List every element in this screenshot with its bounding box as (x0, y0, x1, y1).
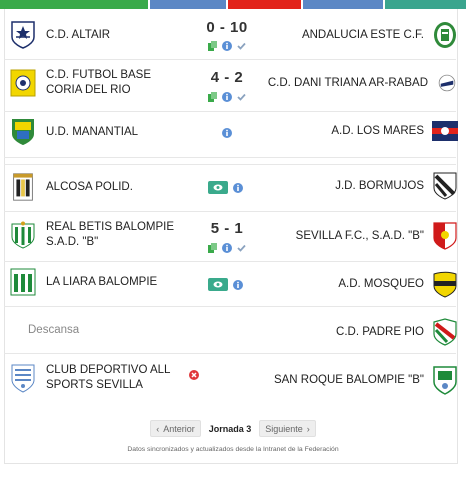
check-icon (237, 93, 246, 101)
away-team-name: A.D. LOS MARES (331, 124, 424, 137)
match-3-status-icons (222, 128, 232, 138)
eye-icon (213, 281, 223, 288)
la-liara-crest-icon (10, 268, 36, 296)
andalucia-este-crest-icon (434, 22, 456, 48)
alcosa-crest-icon (13, 173, 33, 201)
away-team-name: C.D. PADRE PIO (336, 325, 424, 338)
match-2-away[interactable]: C.D. DANI TRIANA AR-RABAD (268, 72, 458, 94)
row-divider (4, 261, 456, 262)
match-1-score[interactable]: 0 - 10 (205, 19, 249, 36)
all-sports-crest-icon (11, 364, 35, 393)
next-button[interactable]: Siguiente › (259, 420, 316, 437)
eye-icon (213, 184, 223, 191)
cancel-icon (189, 370, 199, 380)
home-team-name: C.D. FUTBOL BASE CORIA DEL RIO (46, 69, 152, 96)
check-icon (237, 244, 246, 252)
dani-triana-crest-icon (438, 74, 456, 92)
coria-crest-icon (10, 69, 36, 97)
home-team-name: ALCOSA POLID. (46, 180, 133, 193)
row-divider (4, 211, 456, 212)
match-5-home[interactable]: REAL BETIS BALOMPIE S.A.D. "B" (10, 220, 176, 250)
match-5-status-icons (208, 243, 246, 253)
document-icon[interactable] (208, 243, 217, 253)
bormujos-crest-icon (433, 172, 457, 200)
match-5-score[interactable]: 5 - 1 (205, 220, 249, 237)
match-8-status-icons (189, 370, 199, 380)
watch-live-button[interactable] (208, 278, 228, 291)
match-3-home[interactable]: U.D. MANANTIAL (10, 118, 138, 146)
match-2-home[interactable]: C.D. FUTBOL BASE CORIA DEL RIO (10, 68, 186, 98)
document-icon[interactable] (208, 41, 217, 51)
tab-blue[interactable] (150, 0, 226, 9)
info-icon[interactable] (233, 279, 243, 290)
away-team-name: C.D. DANI TRIANA AR-RABAD (267, 76, 428, 89)
padre-pio-crest-icon (433, 318, 457, 346)
away-team-name: SAN ROQUE BALOMPIE "B" (273, 373, 424, 386)
away-team-name: SEVILLA F.C., S.A.D. "B" (295, 229, 424, 242)
row-divider (4, 306, 456, 307)
info-icon[interactable] (222, 243, 232, 253)
match-6-home[interactable]: LA LIARA BALOMPIE (10, 268, 157, 296)
home-team-name: REAL BETIS BALOMPIE S.A.D. "B" (46, 221, 175, 248)
match-1-away[interactable]: ANDALUCIA ESTE C.F. (302, 21, 458, 49)
away-team-name: A.D. MOSQUEO (338, 277, 424, 290)
away-team-name: J.D. BORMUJOS (335, 179, 424, 192)
prev-label: Anterior (163, 423, 195, 434)
current-round: Jornada 3 (208, 423, 252, 434)
match-1-status-icons (208, 41, 246, 51)
sevilla-crest-icon (433, 222, 457, 250)
home-team-name: C.D. ALTAIR (46, 28, 111, 41)
check-icon (237, 42, 246, 50)
match-4-away[interactable]: J.D. BORMUJOS (335, 172, 458, 200)
prev-button[interactable]: ‹ Anterior (150, 420, 201, 437)
document-icon[interactable] (208, 92, 217, 102)
match-2-score[interactable]: 4 - 2 (205, 69, 249, 86)
match-4-home[interactable]: ALCOSA POLID. (10, 171, 133, 203)
los-mares-crest-icon (432, 121, 458, 141)
home-team-name: LA LIARA BALOMPIE (46, 275, 158, 288)
chevron-left-icon: ‹ (156, 423, 160, 434)
info-icon[interactable] (233, 182, 243, 193)
info-icon[interactable] (222, 41, 232, 51)
chevron-right-icon: › (306, 423, 310, 434)
info-icon[interactable] (222, 92, 232, 102)
match-3-away[interactable]: A.D. LOS MARES (331, 121, 458, 141)
row-divider (4, 353, 456, 354)
tab-red[interactable] (228, 0, 301, 9)
away-team-name: ANDALUCIA ESTE C.F. (301, 28, 424, 41)
row-divider (4, 164, 456, 165)
betis-crest-icon (11, 221, 35, 249)
match-6-status-icons (208, 278, 243, 291)
rest-label: Descansa (28, 324, 80, 336)
tab-teal[interactable] (385, 0, 466, 9)
tab-green[interactable] (0, 0, 148, 9)
tab-blue-2[interactable] (303, 0, 383, 9)
match-8-away[interactable]: SAN ROQUE BALOMPIE "B" (274, 364, 458, 396)
mosqueo-crest-icon (433, 271, 457, 298)
altair-crest-icon (11, 21, 35, 49)
san-roque-crest-icon (433, 366, 457, 395)
pagination: ‹ Anterior Jornada 3 Siguiente › (0, 420, 466, 437)
match-8-home[interactable]: CLUB DEPORTIVO ALL SPORTS SEVILLA (10, 362, 176, 394)
home-team-name: CLUB DEPORTIVO ALL SPORTS SEVILLA (46, 364, 170, 391)
match-1-home[interactable]: C.D. ALTAIR (10, 21, 110, 49)
next-label: Siguiente (265, 423, 303, 434)
match-5-away[interactable]: SEVILLA F.C., S.A.D. "B" (296, 222, 458, 250)
row-divider (4, 157, 456, 158)
match-7-away[interactable]: C.D. PADRE PIO (336, 318, 458, 346)
watch-live-button[interactable] (208, 181, 228, 194)
info-icon[interactable] (222, 128, 232, 138)
match-4-status-icons (208, 181, 243, 194)
manantial-crest-icon (12, 119, 34, 145)
row-divider (4, 111, 456, 112)
match-2-status-icons (208, 92, 246, 102)
row-divider (4, 59, 456, 60)
sync-footer: Datos sincronizados y actualizados desde… (127, 446, 339, 453)
top-tab-strip (0, 0, 466, 9)
home-team-name: U.D. MANANTIAL (46, 125, 139, 138)
match-6-away[interactable]: A.D. MOSQUEO (338, 270, 458, 298)
